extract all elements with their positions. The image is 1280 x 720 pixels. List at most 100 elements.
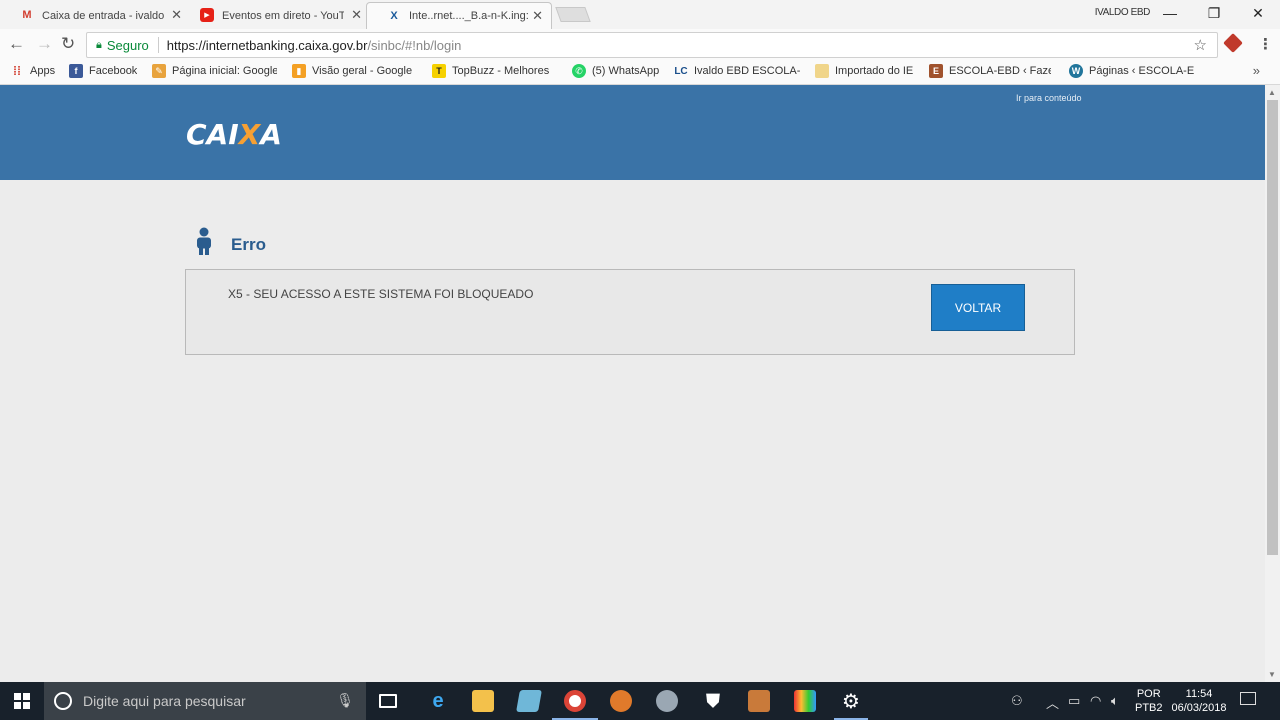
bookmark-paginas[interactable]: W Páginas ‹ ESCOLA-EB xyxy=(1069,64,1195,78)
minimize-icon[interactable]: — xyxy=(1148,3,1192,23)
main-content: Erro X5 - SEU ACESSO A ESTE SISTEMA FOI … xyxy=(0,180,1265,682)
cortana-icon xyxy=(54,692,72,710)
bookmark-lc[interactable]: LC Ivaldo EBD ESCOLA-E xyxy=(674,64,800,78)
restore-icon[interactable]: ❐ xyxy=(1192,3,1236,23)
facebook-icon: f xyxy=(69,64,83,78)
tab-title: Caixa de entrada - ivaldo xyxy=(42,9,164,22)
clock[interactable]: 11:54 06/03/2018 xyxy=(1170,687,1228,715)
wordpress-icon: W xyxy=(1069,64,1083,78)
user-icon xyxy=(197,227,211,255)
language-indicator[interactable]: POR PTB2 xyxy=(1135,687,1163,715)
back-button[interactable]: VOLTAR xyxy=(931,284,1025,331)
browser-toolbar: ← → ↻ 🔒︎ Seguro https://internetbanking.… xyxy=(0,29,1280,60)
page-scrollbar[interactable]: ▲ ▼ xyxy=(1265,85,1280,682)
address-bar[interactable]: 🔒︎ Seguro https://internetbanking.caixa.… xyxy=(86,32,1218,58)
bookmark-label: Visão geral - Google xyxy=(312,65,413,77)
tab-gmail[interactable]: M Caixa de entrada - ivaldo ✕ xyxy=(0,2,190,29)
logo-text-x: X xyxy=(238,118,261,151)
tab-title: Eventos em direto - YouTube xyxy=(222,9,344,22)
more-bookmarks-icon[interactable]: » xyxy=(1253,63,1260,78)
bookmark-label: (5) WhatsApp xyxy=(592,65,660,77)
settings-gear-icon[interactable]: ⚙ xyxy=(840,690,862,713)
error-panel: X5 - SEU ACESSO A ESTE SISTEMA FOI BLOQU… xyxy=(185,269,1075,355)
close-tab-icon[interactable]: ✕ xyxy=(532,8,543,24)
bookmark-star-icon[interactable]: ☆ xyxy=(1194,36,1207,54)
windows-start-icon[interactable] xyxy=(14,693,30,709)
app-icon-brown[interactable] xyxy=(748,690,770,712)
divider xyxy=(157,37,159,53)
profile-name[interactable]: IVALDO EBD xyxy=(1095,7,1151,18)
bookmark-analytics[interactable]: ▮ Visão geral - Google xyxy=(292,64,414,78)
error-message: X5 - SEU ACESSO A ESTE SISTEMA FOI BLOQU… xyxy=(228,287,534,301)
scroll-thumb[interactable] xyxy=(1267,100,1278,555)
search-placeholder: Digite aqui para pesquisar xyxy=(83,693,246,709)
tab-caixa[interactable]: X Inte..rnet...._B.a-n-K.ing: ✕ xyxy=(366,2,552,29)
bookmarks-bar: ⁞⁞ Apps f Facebook ✎ Página inicial: Goo… xyxy=(0,60,1280,85)
shield-icon[interactable]: ⛊ xyxy=(702,690,724,712)
reload-icon[interactable]: ↻ xyxy=(61,34,75,54)
file-explorer-icon[interactable] xyxy=(472,690,494,712)
bookmark-label: Apps xyxy=(30,65,56,77)
scroll-down-icon[interactable]: ▼ xyxy=(1268,670,1276,679)
whatsapp-icon: ✆ xyxy=(572,64,586,78)
close-tab-icon[interactable]: ✕ xyxy=(351,7,362,23)
more-menu-icon[interactable]: ⋮ xyxy=(1258,35,1273,53)
language-code: POR xyxy=(1136,688,1161,700)
people-icon[interactable]: ⚇ xyxy=(1011,693,1023,709)
bookmark-whatsapp[interactable]: ✆ (5) WhatsApp xyxy=(572,64,659,78)
chrome-icon[interactable] xyxy=(564,690,586,712)
bookmark-google-sites[interactable]: ✎ Página inicial: Google xyxy=(152,64,277,78)
clock-time: 11:54 xyxy=(1185,688,1213,700)
bookmark-apps[interactable]: ⁞⁞ Apps xyxy=(10,64,55,78)
bookmark-facebook[interactable]: f Facebook xyxy=(69,64,137,78)
new-tab-button[interactable] xyxy=(555,7,591,22)
bookmark-topbuzz[interactable]: T TopBuzz - Melhores xyxy=(432,64,552,78)
forward-arrow-icon[interactable]: → xyxy=(36,34,53,54)
close-window-icon[interactable]: ✕ xyxy=(1236,3,1280,23)
clock-date: 06/03/2018 xyxy=(1171,702,1227,714)
paint-icon[interactable] xyxy=(656,690,678,712)
windows-taskbar: Digite aqui para pesquisar 🎙︎ e ⛊ ⚙ ⚇ ︿ … xyxy=(0,682,1280,720)
back-arrow-icon[interactable]: ← xyxy=(8,34,25,54)
microphone-icon[interactable]: 🎙︎ xyxy=(336,692,354,709)
gmail-icon: M xyxy=(22,9,32,21)
battery-icon[interactable]: ▭ xyxy=(1068,693,1080,709)
lock-icon: 🔒︎ xyxy=(96,38,102,51)
notification-center-icon[interactable] xyxy=(1240,692,1256,705)
skip-to-content-link[interactable]: Ir para conteúdo xyxy=(1016,93,1082,103)
browser-tab-strip: M Caixa de entrada - ivaldo ✕ ▶ Eventos … xyxy=(0,0,1280,29)
tab-title: Inte..rnet...._B.a-n-K.ing: xyxy=(409,10,529,22)
show-hidden-icons-icon[interactable]: ︿ xyxy=(1046,693,1059,712)
edge-icon[interactable]: e xyxy=(427,690,449,712)
wifi-icon[interactable]: ◠ xyxy=(1090,693,1101,709)
logo-text-right: A xyxy=(260,118,282,151)
youtube-icon: ▶ xyxy=(200,8,214,22)
escola-icon: E xyxy=(929,64,943,78)
extension-icon[interactable] xyxy=(1223,33,1243,53)
tab-youtube[interactable]: ▶ Eventos em direto - YouTube ✕ xyxy=(180,2,370,29)
error-title: Erro xyxy=(231,235,266,254)
url-host: https://internetbanking.caixa.gov.br xyxy=(166,37,368,53)
caixa-logo[interactable]: CAIXA xyxy=(186,118,282,151)
keyboard-layout: PTB2 xyxy=(1135,702,1163,714)
scroll-up-icon[interactable]: ▲ xyxy=(1268,88,1276,97)
notepad-icon[interactable] xyxy=(516,690,542,712)
task-view-icon[interactable] xyxy=(379,694,397,708)
bookmark-escola[interactable]: E ESCOLA-EBD ‹ Fazer xyxy=(929,64,1051,78)
secure-label: Seguro xyxy=(106,37,149,53)
bookmark-label: Página inicial: Google xyxy=(172,65,277,77)
url-path: /sinbc/#!nb/login xyxy=(367,37,462,53)
bookmark-label: Ivaldo EBD ESCOLA-E xyxy=(694,65,800,77)
bookmark-label: Importado do IE xyxy=(835,65,914,77)
site-header: Ir para conteúdo CAIXA xyxy=(0,85,1265,180)
volume-icon[interactable]: 🔈︎ xyxy=(1111,693,1119,709)
bookmark-label: ESCOLA-EBD ‹ Fazer xyxy=(949,65,1051,77)
color-app-icon[interactable] xyxy=(794,690,816,712)
topbuzz-icon: T xyxy=(432,64,446,78)
bookmark-label: TopBuzz - Melhores xyxy=(452,65,550,77)
bookmark-folder-ie[interactable]: Importado do IE xyxy=(815,64,913,78)
app-icon-orange[interactable] xyxy=(610,690,632,712)
google-analytics-icon: ▮ xyxy=(292,64,306,78)
folder-icon xyxy=(815,64,829,78)
taskbar-search[interactable]: Digite aqui para pesquisar 🎙︎ xyxy=(44,682,366,720)
